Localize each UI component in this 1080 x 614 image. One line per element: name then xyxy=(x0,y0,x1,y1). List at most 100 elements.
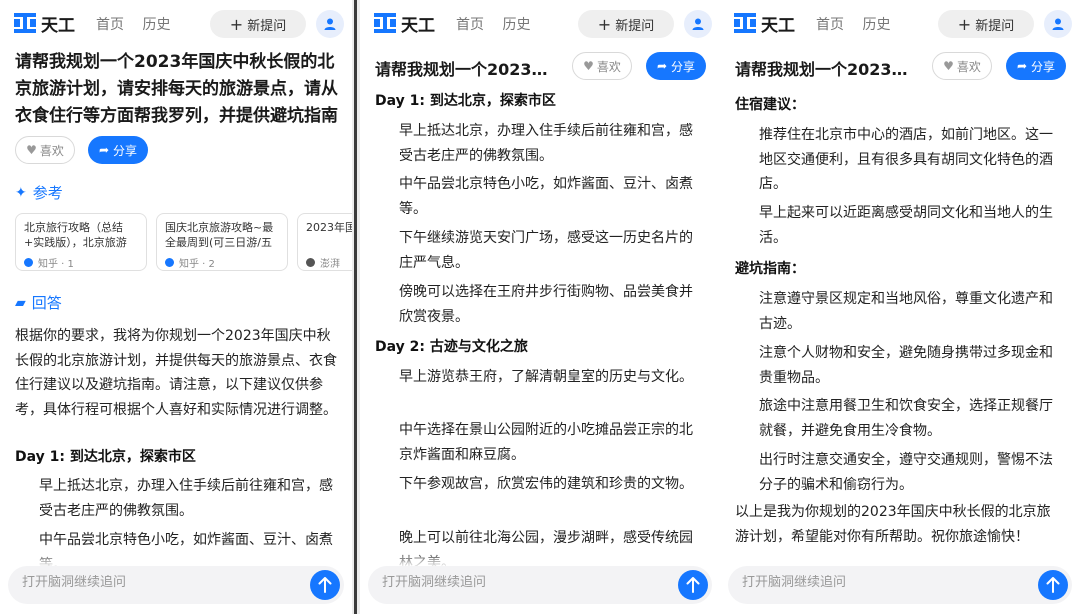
heart-icon: ♥ xyxy=(583,59,594,73)
reference-title: 北京旅行攻略（总结+实践版），北京旅游 xyxy=(24,221,127,249)
chat-panel-3: 天工 首页 历史 + 新提问 请帮我规划一个2023年国庆中秋长假的北京旅游计划… xyxy=(720,0,1080,614)
zhihu-icon xyxy=(24,258,33,267)
conversation-content: 请帮我规划一个2023年国庆中秋长假的北京旅游计划，请安排每天的旅游景点，请从衣… xyxy=(0,46,352,568)
plus-icon: + xyxy=(957,14,972,34)
logo[interactable]: 天工 xyxy=(734,12,795,36)
panel-divider xyxy=(352,0,360,614)
send-button[interactable] xyxy=(310,570,340,600)
reference-card[interactable]: 2023年国庆春节休7天 澎湃 xyxy=(297,213,352,271)
top-nav: 首页 历史 xyxy=(96,14,184,34)
conversation-content: 请帮我规划一个2023年国庆中秋长假的北京旅游计划 ♥ 喜欢 ➦ 分享 Day … xyxy=(360,46,720,568)
lodging-item: 推荐住在北京市中心的酒店，如前门地区。这一地区交通便利，且有很多具有胡同文化特色… xyxy=(759,127,1053,192)
day1-item: 中午品尝北京特色小吃，如炸酱面、豆汁、卤煮等。 xyxy=(399,176,693,217)
arrow-up-icon xyxy=(686,577,700,593)
new-question-button[interactable]: + 新提问 xyxy=(210,10,306,38)
day2-item: 早上游览恭王府，了解清朝皇室的历史与文化。 xyxy=(399,369,693,385)
nav-home[interactable]: 首页 xyxy=(96,17,124,33)
user-avatar[interactable] xyxy=(316,10,344,38)
nav-history[interactable]: 历史 xyxy=(862,17,890,33)
send-button[interactable] xyxy=(678,570,708,600)
reference-card[interactable]: 北京旅行攻略（总结+实践版），北京旅游 知乎 · 1 xyxy=(15,213,147,271)
share-arrow-icon: ➦ xyxy=(656,59,668,73)
new-question-button[interactable]: + 新提问 xyxy=(938,10,1034,38)
followup-input[interactable] xyxy=(742,575,1002,590)
pitfalls-heading: 避坑指南： xyxy=(735,261,805,277)
answer-closing: 以上是我为你规划的2023年国庆中秋长假的北京旅游计划，希望能对你有所帮助。祝你… xyxy=(735,504,1051,545)
user-avatar[interactable] xyxy=(1044,10,1072,38)
question-title: 请帮我规划一个2023年国庆中秋长假的北京旅游计划，请安排每天的旅游景点，请从衣… xyxy=(15,52,338,126)
top-bar: 天工 首页 历史 + 新提问 xyxy=(0,0,352,46)
day1-heading: Day 1: 到达北京，探索市区 xyxy=(375,93,556,109)
lodging-item: 早上起来可以近距离感受胡同文化和当地人的生活。 xyxy=(759,205,1053,246)
like-button[interactable]: ♥ 喜欢 xyxy=(932,52,992,80)
reference-title: 2023年国庆春节休7天 xyxy=(306,221,352,234)
user-icon xyxy=(324,18,336,30)
send-button[interactable] xyxy=(1038,570,1068,600)
followup-input[interactable] xyxy=(382,575,642,590)
heart-icon: ♥ xyxy=(943,59,954,73)
reference-source: 知乎 · 2 xyxy=(179,259,215,270)
pitfall-item: 旅途中注意用餐卫生和饮食安全，选择正规餐厅就餐，并避免食用生冷食物。 xyxy=(759,398,1053,439)
reference-source: 澎湃 xyxy=(320,259,340,270)
followup-bar xyxy=(728,566,1072,604)
share-button[interactable]: ➦ 分享 xyxy=(1006,52,1066,80)
new-question-button[interactable]: + 新提问 xyxy=(578,10,674,38)
answer-heading-label: 回答 xyxy=(31,294,62,312)
pitfall-item: 出行时注意交通安全，遵守交通规则，警惕不法分子的骗术和偷窃行为。 xyxy=(759,452,1053,493)
conversation-content: 请帮我规划一个2023年国庆中秋长假的北京旅游计划 ♥ 喜欢 ➦ 分享 住宿建议… xyxy=(720,46,1080,568)
top-nav: 首页 历史 xyxy=(456,14,544,34)
zhihu-icon xyxy=(165,258,174,267)
reference-source: 知乎 · 1 xyxy=(38,259,74,270)
share-label: 分享 xyxy=(1031,59,1056,74)
lodging-heading: 住宿建议： xyxy=(735,97,805,113)
share-button[interactable]: ➦ 分享 xyxy=(88,136,148,164)
followup-input[interactable] xyxy=(22,575,282,590)
day1-item: 傍晚可以选择在王府井步行街购物、品尝美食并欣赏夜景。 xyxy=(399,284,693,325)
reference-card[interactable]: 国庆北京旅游攻略~最全最周到(可三日游/五日游) 知乎 · 2 xyxy=(156,213,288,271)
share-arrow-icon: ➦ xyxy=(1016,59,1028,73)
chat-bubble-icon: ▰ xyxy=(15,294,26,311)
followup-bar xyxy=(368,566,712,604)
logo[interactable]: 天工 xyxy=(374,12,435,36)
logo-text: 天工 xyxy=(41,15,75,36)
day2-item: 下午参观故宫，欣赏宏伟的建筑和珍贵的文物。 xyxy=(399,476,693,492)
heart-icon: ♥ xyxy=(26,143,37,157)
nav-home[interactable]: 首页 xyxy=(816,17,844,33)
references-heading: ✦ 参考 xyxy=(15,182,63,203)
logo[interactable]: 天工 xyxy=(14,12,75,36)
like-button[interactable]: ♥ 喜欢 xyxy=(15,136,75,164)
user-avatar[interactable] xyxy=(684,10,712,38)
nav-home[interactable]: 首页 xyxy=(456,17,484,33)
like-button[interactable]: ♥ 喜欢 xyxy=(572,52,632,80)
top-bar: 天工 首页 历史 + 新提问 xyxy=(720,0,1080,46)
pitfall-item: 注意遵守景区规定和当地风俗，尊重文化遗产和古迹。 xyxy=(759,291,1053,332)
reference-title: 国庆北京旅游攻略~最全最周到(可三日游/五日游) xyxy=(165,221,274,249)
arrow-up-icon xyxy=(318,577,332,593)
sticky-question-title: 请帮我规划一个2023年国庆中秋长假的北京旅游计划 xyxy=(735,60,913,79)
nav-history[interactable]: 历史 xyxy=(142,17,170,33)
new-question-label: 新提问 xyxy=(247,18,287,34)
like-label: 喜欢 xyxy=(596,59,621,74)
tiangong-logo-icon xyxy=(374,13,396,33)
chat-panel-2: 天工 首页 历史 + 新提问 请帮我规划一个2023年国庆中秋长假的北京旅游计划… xyxy=(360,0,720,614)
day2-item: 中午选择在景山公园附近的小吃摊品尝正宗的北京炸酱面和麻豆腐。 xyxy=(399,422,693,463)
day2-heading: Day 2: 古迹与文化之旅 xyxy=(375,339,528,355)
logo-text: 天工 xyxy=(401,15,435,36)
answer-intro: 根据你的要求，我将为你规划一个2023年国庆中秋长假的北京旅游计划，并提供每天的… xyxy=(15,328,337,418)
top-bar: 天工 首页 历史 + 新提问 xyxy=(360,0,720,46)
new-question-label: 新提问 xyxy=(975,18,1015,34)
share-label: 分享 xyxy=(113,143,138,158)
chat-panel-1: 天工 首页 历史 + 新提问 请帮我规划一个2023年国庆中秋长假的北京旅游计划… xyxy=(0,0,352,614)
tiangong-logo-icon xyxy=(14,13,36,33)
day1-item: 早上抵达北京，办理入住手续后前往雍和宫，感受古老庄严的佛教氛围。 xyxy=(399,123,693,164)
tiangong-logo-icon xyxy=(734,13,756,33)
share-button[interactable]: ➦ 分享 xyxy=(646,52,706,80)
user-icon xyxy=(692,18,704,30)
nav-history[interactable]: 历史 xyxy=(502,17,530,33)
references-heading-label: 参考 xyxy=(32,184,63,202)
share-arrow-icon: ➦ xyxy=(98,143,110,157)
day1-heading: Day 1: 到达北京，探索市区 xyxy=(15,449,196,465)
pitfall-item: 注意个人财物和安全，避免随身携带过多现金和贵重物品。 xyxy=(759,345,1053,386)
day1-item: 早上抵达北京，办理入住手续后前往雍和宫，感受古老庄严的佛教氛围。 xyxy=(39,478,333,519)
logo-text: 天工 xyxy=(761,15,795,36)
